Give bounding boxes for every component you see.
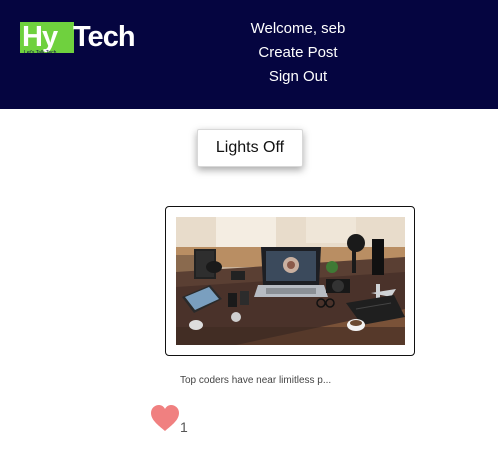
desk-workspace-photo — [176, 217, 405, 345]
logo-text-hy: Hy — [22, 21, 58, 53]
post-image[interactable] — [176, 217, 405, 345]
welcome-user-link[interactable]: Welcome, seb — [198, 19, 398, 39]
create-post-link[interactable]: Create Post — [198, 43, 398, 63]
like-count: 1 — [180, 419, 188, 435]
post-excerpt: Top coders have near limitless p... — [180, 375, 332, 386]
sign-out-link[interactable]: Sign Out — [198, 67, 398, 87]
logo-text-tech: Tech — [73, 21, 136, 53]
logo-tagline: Let's Talk Tech — [24, 50, 57, 56]
site-logo[interactable]: Hy Tech Let's Talk Tech — [20, 20, 140, 60]
post-card[interactable] — [165, 206, 415, 356]
lights-off-button[interactable]: Lights Off — [197, 129, 303, 167]
site-header: Hy Tech Let's Talk Tech Welcome, seb Cre… — [0, 0, 498, 109]
heart-icon[interactable] — [150, 404, 180, 432]
